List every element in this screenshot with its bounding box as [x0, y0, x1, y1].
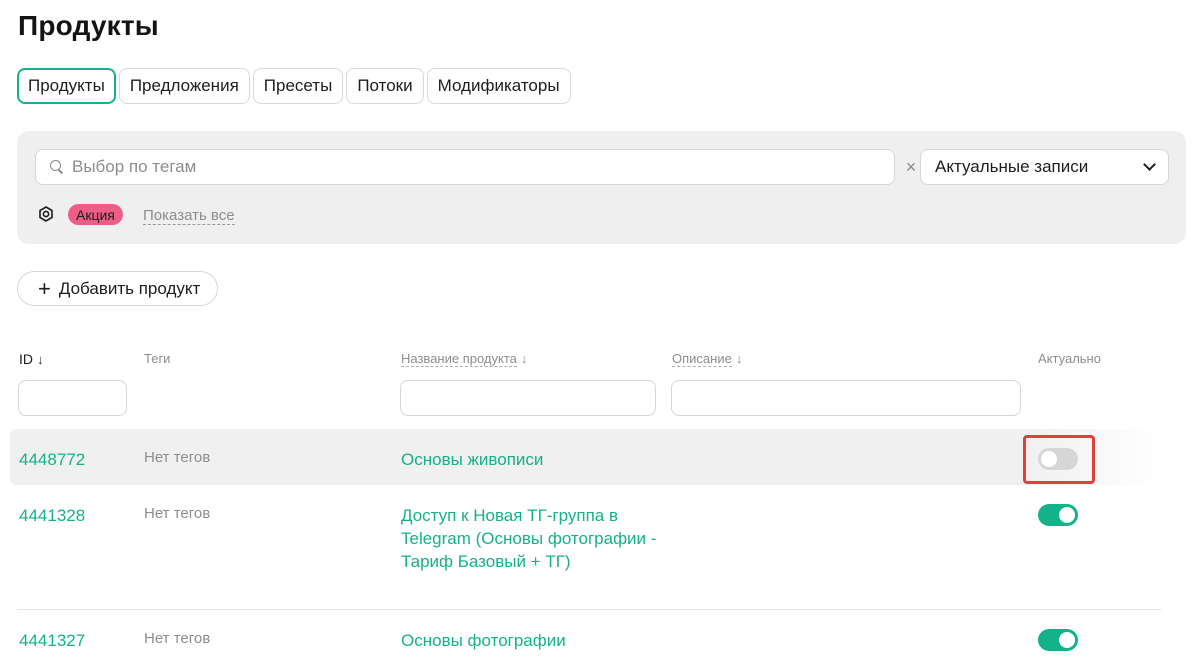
plus-icon: + [38, 275, 51, 301]
table-row[interactable]: 4448772 Нет тегов Основы живописи [10, 429, 1162, 485]
row-tags: Нет тегов [144, 630, 211, 647]
row-name[interactable]: Основы фотографии [401, 629, 661, 652]
column-header-actual-label: Актуально [1038, 351, 1101, 366]
column-header-description-label: Описание [672, 351, 732, 367]
column-header-tags-label: Теги [144, 351, 171, 366]
tag-search-input[interactable] [72, 157, 872, 177]
settings-icon[interactable] [38, 206, 54, 222]
tab-products[interactable]: Продукты [17, 68, 116, 104]
tab-streams[interactable]: Потоки [346, 68, 424, 104]
description-filter-input[interactable] [671, 380, 1021, 416]
row-tags: Нет тегов [144, 505, 211, 522]
sort-arrow-icon: ↓ [520, 351, 528, 366]
column-header-description[interactable]: Описание ↓ [672, 351, 743, 367]
column-header-id[interactable]: ID ↓ [19, 351, 44, 367]
tab-offers[interactable]: Предложения [118, 68, 250, 104]
row-tags: Нет тегов [144, 449, 211, 466]
add-product-button[interactable]: + Добавить продукт [17, 271, 219, 306]
tag-search-field[interactable] [35, 149, 895, 185]
name-filter-input[interactable] [400, 380, 656, 416]
table-row[interactable]: 4441328 Нет тегов Доступ к Новая ТГ-груп… [10, 485, 1162, 609]
page-title: Продукты [18, 10, 159, 41]
actual-toggle[interactable] [1038, 504, 1078, 526]
tag-chip-promo[interactable]: Акция [68, 204, 123, 225]
add-product-label: Добавить продукт [58, 278, 201, 298]
chevron-down-icon [1143, 158, 1156, 171]
highlight-box [1023, 435, 1095, 484]
toggle-knob [1059, 507, 1075, 523]
row-name[interactable]: Доступ к Новая ТГ-группа в Telegram (Осн… [401, 504, 661, 573]
column-header-tags: Теги [144, 351, 170, 366]
row-name[interactable]: Основы живописи [401, 448, 661, 471]
row-id[interactable]: 4441327 [19, 631, 85, 651]
sort-arrow-icon: ↓ [735, 351, 743, 366]
column-header-actual: Актуально [1038, 351, 1101, 366]
show-all-link[interactable]: Показать все [143, 207, 235, 225]
toggle-knob [1059, 632, 1075, 648]
status-select[interactable]: Актуальные записи [920, 149, 1169, 185]
row-id[interactable]: 4441328 [19, 506, 85, 526]
search-icon [50, 160, 64, 174]
actual-toggle[interactable] [1038, 629, 1078, 651]
column-header-name[interactable]: Название продукта ↓ [401, 351, 528, 367]
filter-panel: × Актуальные записи Акция Показать все [17, 131, 1186, 244]
status-select-value: Актуальные записи [935, 157, 1089, 176]
id-filter-input[interactable] [18, 380, 127, 416]
row-id[interactable]: 4448772 [19, 450, 85, 470]
table-row[interactable]: 4441327 Нет тегов Основы фотографии [10, 610, 1162, 661]
sort-arrow-down-icon: ↓ [37, 352, 44, 367]
tab-modifiers[interactable]: Модификаторы [426, 68, 571, 104]
column-header-id-label: ID [19, 351, 33, 367]
tab-presets[interactable]: Пресеты [252, 68, 344, 104]
column-header-name-label: Название продукта [401, 351, 517, 367]
clear-icon[interactable]: × [904, 157, 918, 177]
tab-bar: Продукты Предложения Пресеты Потоки Моди… [17, 68, 571, 104]
